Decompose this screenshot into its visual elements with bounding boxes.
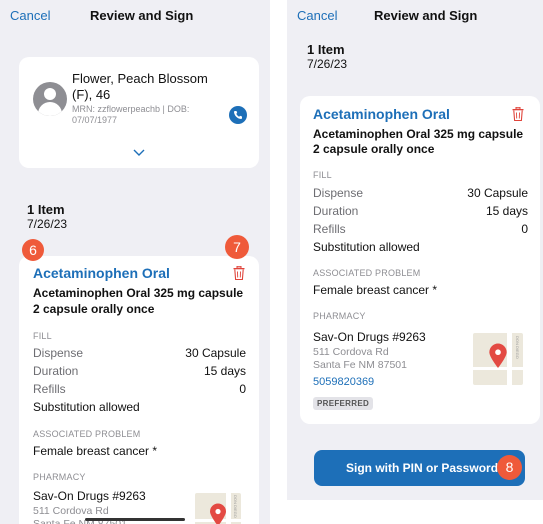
pharmacy-phone-link[interactable]: 5059820369 (313, 376, 374, 388)
order-date: 7/26/23 (27, 217, 68, 231)
patient-sex-age: (F), 46 (72, 87, 111, 102)
item-count-right: 1 Item (307, 42, 345, 57)
pharmacy-name: Sav-On Drugs #9263 (33, 489, 146, 503)
problem-section-label-right: ASSOCIATED PROBLEM (313, 268, 421, 278)
chevron-down-icon[interactable] (133, 149, 145, 156)
pharmacy-map[interactable]: DON DIEGO (195, 493, 241, 524)
sign-with-pin-button[interactable]: Sign with PIN or Password (314, 450, 525, 486)
map-road-label: DON DIEGO (233, 495, 238, 518)
map-pin-icon (210, 503, 226, 524)
left-screen: Cancel Review and Sign Flower, Peach Blo… (0, 0, 270, 524)
pharmacy-city-right: Santa Fe NM 87501 (313, 359, 407, 371)
medication-sig-right: 2 capsule orally once (313, 142, 435, 156)
phone-icon[interactable] (229, 106, 247, 124)
substitution-text-right: Substitution allowed (313, 240, 420, 254)
cancel-button-right[interactable]: Cancel (297, 8, 337, 23)
step-badge-6: 6 (22, 239, 44, 261)
order-date-right: 7/26/23 (307, 57, 348, 71)
page-title-right: Review and Sign (374, 8, 478, 23)
associated-problem-right: Female breast cancer * (313, 283, 438, 297)
patient-dob: 07/07/1977 (72, 115, 118, 125)
item-count: 1 Item (27, 202, 65, 217)
medication-name-right[interactable]: Acetaminophen Oral (313, 106, 450, 122)
patient-name: Flower, Peach Blossom (72, 71, 208, 86)
pharmacy-name-right: Sav-On Drugs #9263 (313, 330, 426, 344)
medication-description: Acetaminophen Oral 325 mg capsule (33, 286, 244, 300)
preferred-badge: PREFERRED (313, 397, 374, 410)
trash-icon[interactable] (233, 266, 245, 280)
dispense-label-right: Dispense (313, 186, 364, 200)
medication-name[interactable]: Acetaminophen Oral (33, 265, 170, 281)
pharmacy-section-label-right: PHARMACY (313, 311, 366, 321)
nav-bar: Cancel Review and Sign (0, 0, 270, 34)
person-avatar-icon (33, 82, 67, 116)
trash-icon-right[interactable] (512, 107, 524, 121)
refills-label: Refills (33, 382, 66, 396)
fill-section-label: FILL (33, 331, 52, 341)
substitution-text: Substitution allowed (33, 400, 140, 414)
sign-button-label: Sign with PIN or Password (346, 461, 499, 475)
right-screen: Cancel Review and Sign 1 Item 7/26/23 Ac… (287, 0, 543, 500)
fill-section-label-right: FILL (313, 170, 332, 180)
problem-section-label: ASSOCIATED PROBLEM (33, 429, 141, 439)
duration-value: 15 days (203, 364, 246, 378)
dispense-value: 30 Capsule (185, 346, 246, 360)
pharmacy-map-right[interactable]: DON DIEGO (473, 333, 523, 385)
medication-description-right: Acetaminophen Oral 325 mg capsule (313, 127, 524, 141)
duration-label-right: Duration (313, 204, 359, 218)
duration-label: Duration (33, 364, 79, 378)
pharmacy-section-label: PHARMACY (33, 472, 86, 482)
duration-value-right: 15 days (485, 204, 528, 218)
medication-card: Acetaminophen Oral Acetaminophen Oral 32… (19, 256, 259, 524)
step-badge-8: 8 (497, 455, 522, 480)
cancel-button[interactable]: Cancel (10, 8, 50, 23)
refills-value: 0 (239, 382, 246, 396)
nav-bar-right: Cancel Review and Sign (287, 0, 543, 34)
home-indicator (85, 518, 185, 521)
refills-label-right: Refills (313, 222, 346, 236)
refills-value-right: 0 (521, 222, 528, 236)
dispense-label: Dispense (33, 346, 84, 360)
page-title: Review and Sign (90, 8, 194, 23)
pharmacy-address-right: 511 Cordova Rd (313, 346, 389, 358)
associated-problem: Female breast cancer * (33, 444, 158, 458)
map-road-label-right: DON DIEGO (515, 336, 520, 359)
patient-card: Flower, Peach Blossom (F), 46 MRN: zzflo… (19, 57, 259, 168)
pharmacy-address: 511 Cordova Rd (33, 505, 109, 517)
map-pin-icon-right (489, 343, 507, 368)
step-badge-7: 7 (225, 235, 249, 259)
medication-sig: 2 capsule orally once (33, 302, 155, 316)
dispense-value-right: 30 Capsule (467, 186, 528, 200)
medication-card-right: Acetaminophen Oral Acetaminophen Oral 32… (300, 96, 540, 424)
